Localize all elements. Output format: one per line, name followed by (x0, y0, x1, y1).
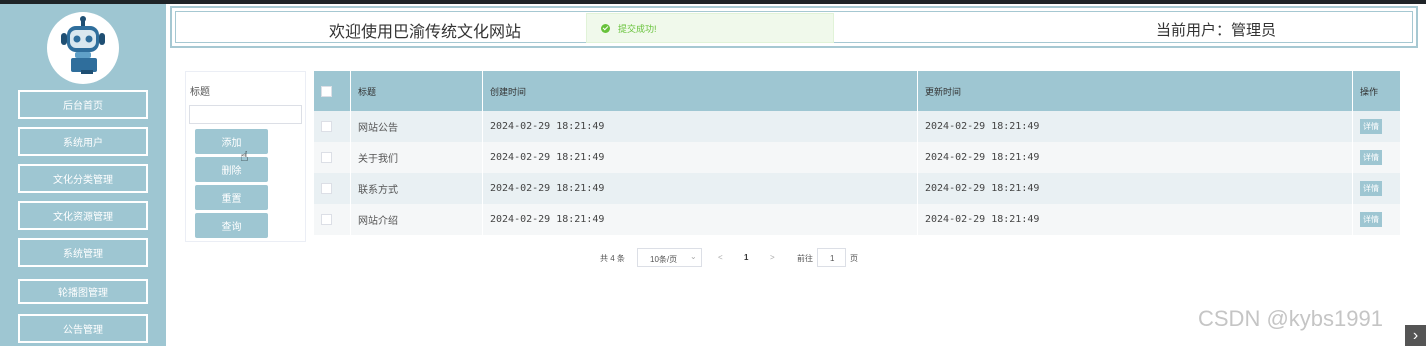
page-size-select[interactable]: 10条/页 ⌄ (637, 248, 702, 267)
col-title: 标题 (350, 71, 483, 111)
detail-button[interactable]: 详情 (1360, 119, 1382, 134)
query-button[interactable]: 查询 (195, 213, 268, 238)
add-button[interactable]: 添加 (195, 129, 268, 154)
select-all-checkbox[interactable] (321, 85, 332, 97)
row-checkbox[interactable] (321, 120, 332, 132)
reset-button[interactable]: 重置 (195, 185, 268, 210)
row-title: 网站介绍 (350, 204, 483, 235)
sidebar-item-culture-resource[interactable]: 文化资源管理 (18, 201, 148, 230)
title-label: 标题 (190, 87, 210, 98)
sidebar-item-culture-category[interactable]: 文化分类管理 (18, 164, 148, 193)
row-title: 关于我们 (350, 142, 483, 173)
hand-cursor-icon: ☝ (240, 148, 249, 164)
goto-label: 前往 (797, 254, 813, 263)
row-action-cell: 详情 (1352, 111, 1401, 142)
top-strip (0, 0, 1426, 4)
row-checkbox-cell (314, 111, 351, 142)
table-row: 联系方式 2024-02-29 18:21:49 2024-02-29 18:2… (314, 173, 1401, 204)
row-created: 2024-02-29 18:21:49 (482, 111, 918, 142)
next-page-button[interactable]: > (770, 253, 775, 262)
chevron-right-icon[interactable]: › (1405, 325, 1426, 346)
goto-page-input[interactable]: 1 (817, 248, 846, 267)
success-toast: 提交成功! (586, 13, 834, 43)
chevron-down-icon: ⌄ (690, 252, 697, 261)
table-row: 网站介绍 2024-02-29 18:21:49 2024-02-29 18:2… (314, 204, 1401, 235)
row-title: 联系方式 (350, 173, 483, 204)
detail-button[interactable]: 详情 (1360, 181, 1382, 196)
welcome-title: 欢迎使用巴渝传统文化网站 (329, 24, 522, 41)
row-updated: 2024-02-29 18:21:49 (917, 142, 1353, 173)
sidebar-item-carousel[interactable]: 轮播图管理 (18, 279, 148, 304)
page-suffix: 页 (850, 254, 858, 263)
row-action-cell: 详情 (1352, 173, 1401, 204)
select-all-cell (314, 71, 351, 111)
current-user: 当前用户：管理员 (1156, 22, 1277, 39)
delete-button[interactable]: 删除 (195, 157, 268, 182)
check-circle-icon (601, 23, 610, 33)
row-checkbox[interactable] (321, 151, 332, 163)
row-action-cell: 详情 (1352, 142, 1401, 173)
sidebar-item-notice[interactable]: 公告管理 (18, 314, 148, 343)
row-updated: 2024-02-29 18:21:49 (917, 204, 1353, 235)
row-checkbox[interactable] (321, 182, 332, 194)
sidebar-item-users[interactable]: 系统用户 (18, 127, 148, 156)
row-title: 网站公告 (350, 111, 483, 142)
data-table: 标题 创建时间 更新时间 操作 网站公告 2024-02-29 18:21:49… (314, 71, 1401, 235)
row-created: 2024-02-29 18:21:49 (482, 204, 918, 235)
pagination-total: 共 4 条 (600, 254, 625, 263)
toast-message: 提交成功! (618, 23, 657, 34)
row-checkbox[interactable] (321, 213, 332, 225)
table-row: 网站公告 2024-02-29 18:21:49 2024-02-29 18:2… (314, 111, 1401, 142)
watermark: CSDN @kybs1991 (1198, 306, 1383, 331)
page-size-value: 10条/页 (650, 255, 678, 264)
sidebar: 后台首页 系统用户 文化分类管理 文化资源管理 系统管理 轮播图管理 公告管理 (0, 4, 166, 346)
prev-page-button[interactable]: < (718, 253, 723, 262)
table-header-row: 标题 创建时间 更新时间 操作 (314, 71, 1401, 111)
row-updated: 2024-02-29 18:21:49 (917, 173, 1353, 204)
robot-avatar-icon (47, 12, 119, 84)
row-checkbox-cell (314, 204, 351, 235)
row-action-cell: 详情 (1352, 204, 1401, 235)
title-input[interactable] (189, 105, 302, 124)
table-row: 关于我们 2024-02-29 18:21:49 2024-02-29 18:2… (314, 142, 1401, 173)
row-checkbox-cell (314, 173, 351, 204)
sidebar-item-system[interactable]: 系统管理 (18, 238, 148, 267)
goto-page-value: 1 (830, 254, 835, 263)
page-number-current[interactable]: 1 (744, 253, 748, 262)
detail-button[interactable]: 详情 (1360, 150, 1382, 165)
row-updated: 2024-02-29 18:21:49 (917, 111, 1353, 142)
col-created: 创建时间 (482, 71, 918, 111)
row-created: 2024-02-29 18:21:49 (482, 142, 918, 173)
row-checkbox-cell (314, 142, 351, 173)
col-action: 操作 (1352, 71, 1401, 111)
row-created: 2024-02-29 18:21:49 (482, 173, 918, 204)
detail-button[interactable]: 详情 (1360, 212, 1382, 227)
col-updated: 更新时间 (917, 71, 1353, 111)
sidebar-item-home[interactable]: 后台首页 (18, 90, 148, 119)
